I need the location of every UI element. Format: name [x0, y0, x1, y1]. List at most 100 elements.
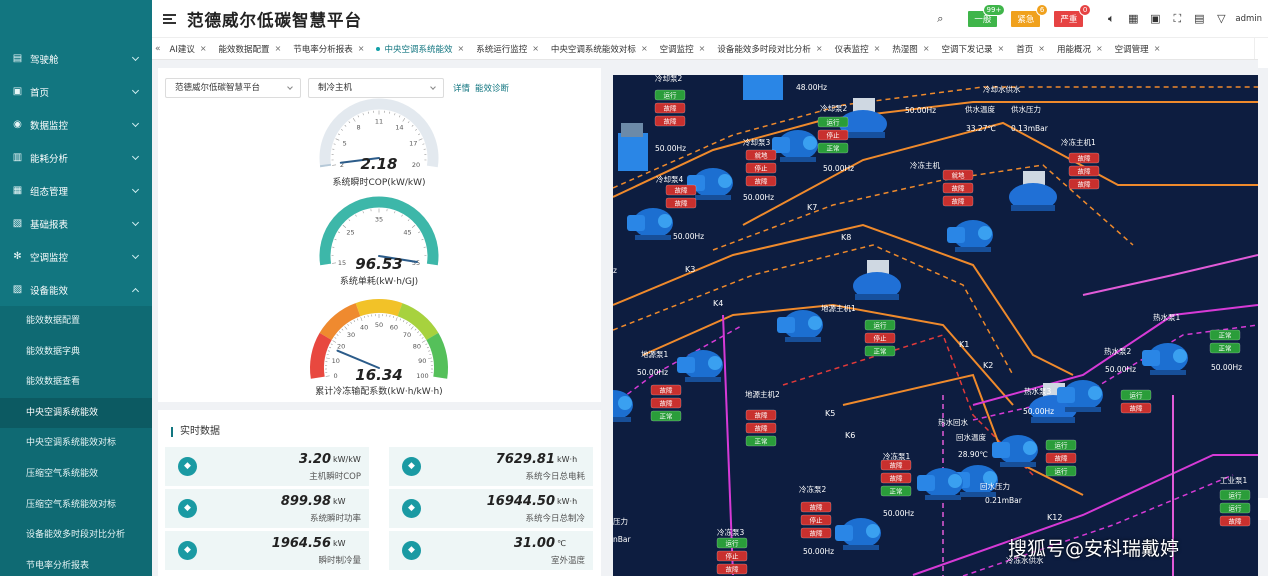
close-icon[interactable]: × — [923, 44, 930, 53]
pump-unit[interactable] — [613, 390, 633, 422]
user-name[interactable]: admin — [1235, 14, 1262, 24]
chiller-unit[interactable] — [1009, 171, 1057, 211]
tab-item[interactable]: 仪表监控 × — [829, 38, 887, 59]
status-button-fault[interactable]: 故障 — [942, 195, 974, 207]
close-icon[interactable]: × — [275, 44, 282, 53]
submenu-item[interactable]: 中央空调系统能效 — [0, 397, 152, 429]
status-button-fault[interactable]: 故障 — [665, 184, 697, 196]
close-icon[interactable]: × — [532, 44, 539, 53]
pump-unit[interactable] — [835, 518, 881, 550]
alarm-badge[interactable]: 严重 0 — [1054, 3, 1092, 27]
submenu-item[interactable]: 能效数据字典 — [0, 337, 152, 368]
submenu-item[interactable]: 节电率分析报表 — [0, 551, 152, 576]
status-button-stop[interactable]: 停止 — [745, 162, 777, 174]
status-button-normal[interactable]: 正常 — [745, 435, 777, 447]
tab-item[interactable]: 热湿图 × — [886, 38, 935, 59]
status-button-normal[interactable]: 正常 — [817, 142, 849, 154]
status-button-normal[interactable]: 正常 — [864, 345, 896, 357]
close-icon[interactable]: × — [1038, 44, 1045, 53]
status-button-normal[interactable]: 正常 — [1209, 342, 1241, 354]
status-button-fault[interactable]: 故障 — [665, 197, 697, 209]
tabs-scroll-left-icon[interactable]: « — [152, 44, 164, 54]
mute-icon[interactable]: 🔈︎ — [1102, 12, 1120, 26]
pump-unit[interactable] — [627, 208, 673, 240]
tab-item[interactable]: 空调下发记录 × — [936, 38, 1011, 59]
tab-item[interactable]: 空调管理 × — [1109, 38, 1167, 59]
close-icon[interactable]: × — [816, 44, 823, 53]
pump-unit[interactable] — [917, 468, 963, 500]
sidebar-item-1[interactable]: ▣ 首页 — [0, 75, 152, 108]
sidebar-item-7[interactable]: ▨ 设备能效 — [0, 273, 152, 306]
status-button-run[interactable]: 运行 — [1219, 502, 1251, 514]
submenu-item[interactable]: 能效数据配置 — [0, 306, 152, 337]
status-button-fault[interactable]: 故障 — [880, 459, 912, 471]
submenu-item[interactable]: 压缩空气系统能效 — [0, 459, 152, 490]
close-icon[interactable]: × — [641, 44, 648, 53]
sidebar-item-5[interactable]: ▧ 基础报表 — [0, 207, 152, 240]
submenu-item[interactable]: 压缩空气系统能效对标 — [0, 490, 152, 521]
chiller-unit[interactable] — [853, 260, 901, 300]
status-button-run[interactable]: 运行 — [1045, 465, 1077, 477]
status-button-local[interactable]: 就地 — [745, 149, 777, 161]
sidebar-item-6[interactable]: ✻ 空调监控 — [0, 240, 152, 273]
close-icon[interactable]: × — [358, 44, 365, 53]
status-button-fault[interactable]: 故障 — [650, 397, 682, 409]
status-button-fault[interactable]: 故障 — [880, 472, 912, 484]
pump-unit[interactable] — [1142, 343, 1188, 375]
qrcode-icon[interactable]: ▦ — [1124, 12, 1142, 25]
status-button-local[interactable]: 就地 — [942, 169, 974, 181]
status-button-stop[interactable]: 停止 — [800, 514, 832, 526]
status-button-fault[interactable]: 故障 — [745, 175, 777, 187]
close-icon[interactable]: × — [1096, 44, 1103, 53]
status-button-fault[interactable]: 故障 — [650, 384, 682, 396]
status-button-stop[interactable]: 停止 — [864, 332, 896, 344]
sidebar-item-0[interactable]: ▤ 驾驶舱 — [0, 42, 152, 75]
status-button-normal[interactable]: 正常 — [1209, 329, 1241, 341]
close-icon[interactable]: × — [458, 44, 465, 53]
pump-unit[interactable] — [677, 350, 723, 382]
status-button-run[interactable]: 运行 — [864, 319, 896, 331]
alarm-badge[interactable]: 紧急 6 — [1011, 3, 1049, 27]
search-icon[interactable]: ⌕ — [931, 12, 949, 26]
status-button-stop[interactable]: 停止 — [716, 550, 748, 562]
settings-handle[interactable] — [1258, 498, 1268, 520]
status-button-fault[interactable]: 故障 — [1219, 515, 1251, 527]
pump-unit[interactable] — [992, 435, 1038, 467]
tab-item[interactable]: 用能概况 × — [1051, 38, 1109, 59]
status-button-fault[interactable]: 故障 — [1120, 402, 1152, 414]
pump-unit[interactable] — [777, 310, 823, 342]
tab-item[interactable]: 能效数据配置 × — [213, 38, 288, 59]
status-button-run[interactable]: 运行 — [654, 89, 686, 101]
close-icon[interactable]: × — [1154, 44, 1161, 53]
submenu-item[interactable]: 中央空调系统能效对标 — [0, 428, 152, 459]
tab-item[interactable]: 系统运行监控 × — [470, 38, 545, 59]
status-button-fault[interactable]: 故障 — [800, 527, 832, 539]
status-button-run[interactable]: 运行 — [716, 537, 748, 549]
translate-icon[interactable]: ▤ — [1190, 12, 1208, 25]
sidebar-item-4[interactable]: ▦ 组态管理 — [0, 174, 152, 207]
theme-icon[interactable]: ▽ — [1212, 12, 1230, 25]
status-button-fault[interactable]: 故障 — [654, 102, 686, 114]
fullscreen-icon[interactable]: ⛶ — [1168, 12, 1186, 26]
pump-unit[interactable] — [772, 130, 818, 162]
status-button-run[interactable]: 运行 — [1219, 489, 1251, 501]
layout-icon[interactable]: ▣ — [1146, 12, 1164, 25]
status-button-fault[interactable]: 故障 — [1068, 178, 1100, 190]
status-button-fault[interactable]: 故障 — [745, 409, 777, 421]
status-button-stop[interactable]: 停止 — [817, 129, 849, 141]
status-button-fault[interactable]: 故障 — [745, 422, 777, 434]
sidebar-item-3[interactable]: ▥ 能耗分析 — [0, 141, 152, 174]
status-button-run[interactable]: 运行 — [817, 116, 849, 128]
submenu-item[interactable]: 能效数据查看 — [0, 367, 152, 398]
submenu-item[interactable]: 设备能效多时段对比分析 — [0, 520, 152, 551]
pump-unit[interactable] — [947, 220, 993, 252]
sidebar-item-2[interactable]: ◉ 数据监控 — [0, 108, 152, 141]
close-icon[interactable]: × — [200, 44, 207, 53]
status-button-fault[interactable]: 故障 — [1045, 452, 1077, 464]
tab-item[interactable]: 首页 × — [1010, 38, 1051, 59]
status-button-fault[interactable]: 故障 — [1068, 152, 1100, 164]
side-handle-top[interactable] — [1258, 46, 1268, 68]
close-icon[interactable]: × — [874, 44, 881, 53]
status-button-fault[interactable]: 故障 — [1068, 165, 1100, 177]
tab-item[interactable]: 中央空调系统能效 × — [370, 38, 470, 59]
